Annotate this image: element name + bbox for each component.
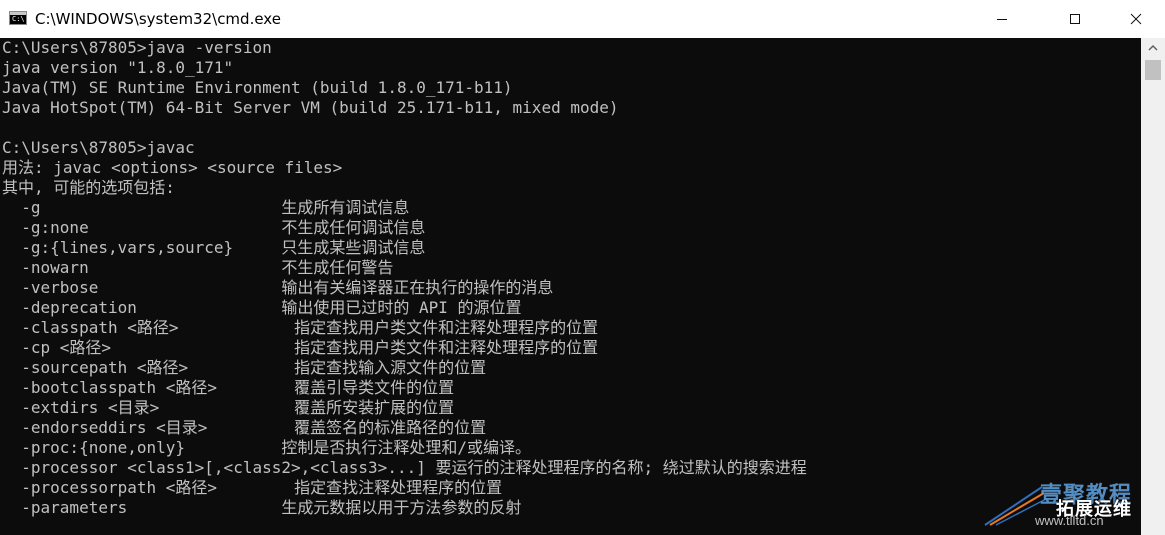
console-line: -processor <class1>[,<class2>,<class3>..… bbox=[2, 458, 807, 477]
maximize-icon bbox=[1070, 14, 1080, 24]
cmd-app-icon[interactable]: C:\ bbox=[9, 11, 27, 25]
console-line: -nowarn 不生成任何警告 bbox=[2, 258, 394, 277]
console-line: -cp <路径> 指定查找用户类文件和注释处理程序的位置 bbox=[2, 338, 599, 357]
minimize-icon bbox=[997, 19, 1007, 20]
cmd-window: C:\ C:\WINDOWS\system32\cmd.exe C:\Users… bbox=[0, 0, 1165, 535]
console-line: -deprecation 输出使用已过时的 API 的源位置 bbox=[2, 298, 522, 317]
console-lines: C:\Users\87805>java -version java version… bbox=[2, 38, 807, 518]
console-line: -proc:{none,only} 控制是否执行注释处理和/或编译。 bbox=[2, 438, 531, 457]
console-line: -extdirs <目录> 覆盖所安装扩展的位置 bbox=[2, 398, 455, 417]
console-line: C:\Users\87805>javac bbox=[2, 138, 195, 157]
cmd-icon-prompt: C:\ bbox=[12, 15, 25, 23]
console-line: java version "1.8.0_171" bbox=[2, 58, 234, 77]
console-line: -verbose 输出有关编译器正在执行的操作的消息 bbox=[2, 278, 554, 297]
window-title: C:\WINDOWS\system32\cmd.exe bbox=[35, 10, 281, 28]
maximize-button[interactable] bbox=[1052, 0, 1098, 38]
console-line: -endorseddirs <目录> 覆盖签名的标准路径的位置 bbox=[2, 418, 487, 437]
console-line: 其中, 可能的选项包括: bbox=[2, 178, 175, 197]
chevron-up-icon bbox=[1148, 44, 1158, 51]
console-line: -parameters 生成元数据以用于方法参数的反射 bbox=[2, 498, 522, 517]
console-line: -sourcepath <路径> 指定查找输入源文件的位置 bbox=[2, 358, 487, 377]
console-line: Java(TM) SE Runtime Environment (build 1… bbox=[2, 78, 513, 97]
close-icon bbox=[1130, 13, 1142, 25]
console-line: -g:none 不生成任何调试信息 bbox=[2, 218, 426, 237]
console-line: 用法: javac <options> <source files> bbox=[2, 158, 343, 177]
scrollbar-thumb[interactable] bbox=[1145, 60, 1161, 80]
console-output[interactable]: C:\Users\87805>java -version java version… bbox=[0, 38, 1141, 535]
vertical-scrollbar[interactable] bbox=[1141, 38, 1165, 535]
console-line: Java HotSpot(TM) 64-Bit Server VM (build… bbox=[2, 98, 619, 117]
console-line: -processorpath <路径> 指定查找注释处理程序的位置 bbox=[2, 478, 503, 497]
close-button[interactable] bbox=[1113, 0, 1159, 38]
console-line: -bootclasspath <路径> 覆盖引导类文件的位置 bbox=[2, 378, 455, 397]
console-line: -g 生成所有调试信息 bbox=[2, 198, 410, 217]
console-line: -g:{lines,vars,source} 只生成某些调试信息 bbox=[2, 238, 426, 257]
console-line: -classpath <路径> 指定查找用户类文件和注释处理程序的位置 bbox=[2, 318, 599, 337]
scroll-up-button[interactable] bbox=[1141, 38, 1165, 58]
minimize-button[interactable] bbox=[979, 0, 1025, 38]
console-line: C:\Users\87805>java -version bbox=[2, 38, 272, 57]
title-bar[interactable]: C:\ C:\WINDOWS\system32\cmd.exe bbox=[0, 0, 1165, 39]
